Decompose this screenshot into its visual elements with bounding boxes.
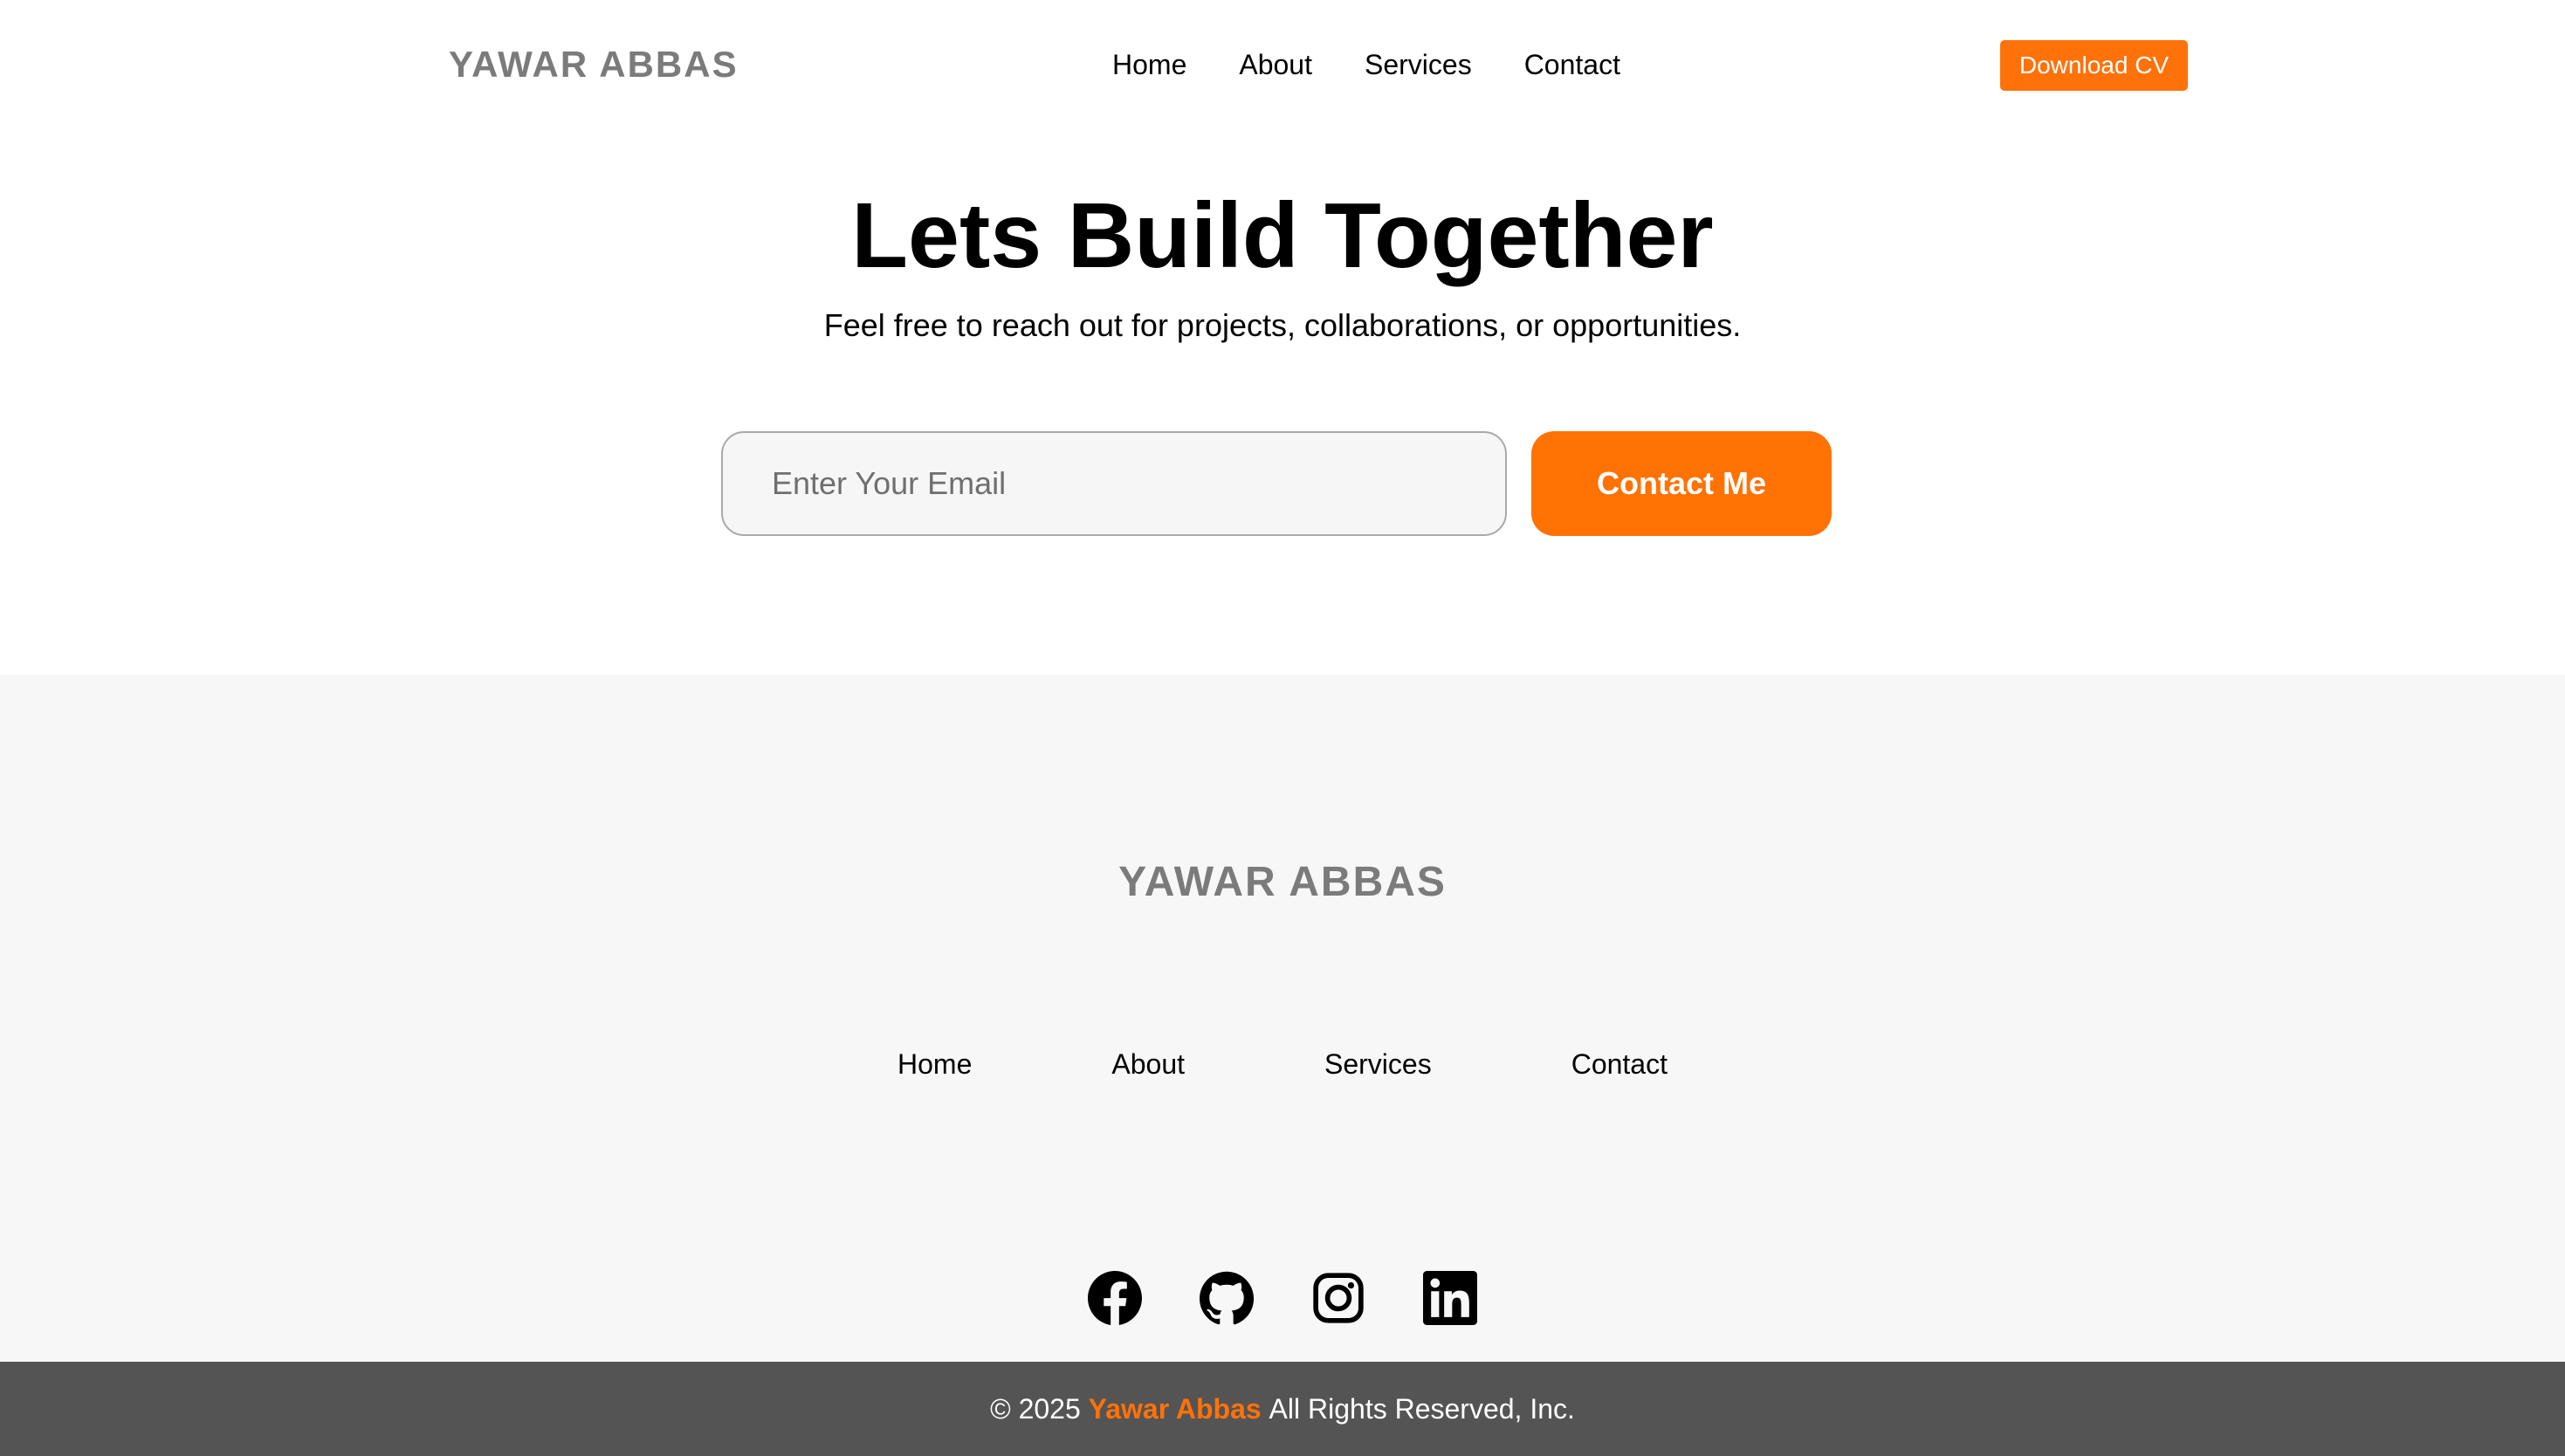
header-logo[interactable]: YAWAR ABBAS <box>449 40 739 89</box>
site-footer: YAWAR ABBAS Home About Services Contact <box>0 675 2565 1362</box>
footer-logo[interactable]: YAWAR ABBAS <box>0 855 2565 910</box>
nav-link-services[interactable]: Services <box>1365 44 1472 86</box>
footer-link-home[interactable]: Home <box>897 1043 972 1085</box>
nav-link-contact[interactable]: Contact <box>1524 44 1620 86</box>
hero-title: Lets Build Together <box>851 184 1714 287</box>
facebook-icon[interactable] <box>1088 1271 1142 1325</box>
site-header: YAWAR ABBAS Home About Services Contact … <box>0 0 2565 131</box>
footer-link-about[interactable]: About <box>1111 1043 1185 1085</box>
copyright-bar: © 2025 Yawar Abbas All Rights Reserved, … <box>0 1362 2565 1456</box>
linkedin-icon[interactable] <box>1423 1271 1477 1325</box>
nav-link-home[interactable]: Home <box>1112 44 1186 86</box>
copyright-prefix: © 2025 <box>990 1392 1081 1425</box>
instagram-icon[interactable] <box>1311 1271 1365 1325</box>
footer-nav: Home About Services Contact <box>0 1043 2565 1085</box>
footer-link-contact[interactable]: Contact <box>1571 1043 1668 1085</box>
github-icon[interactable] <box>1200 1271 1254 1325</box>
download-cv-button[interactable]: Download CV <box>2000 40 2188 91</box>
email-input[interactable] <box>721 431 1507 536</box>
footer-link-services[interactable]: Services <box>1324 1043 1432 1085</box>
copyright-brand[interactable]: Yawar Abbas <box>1089 1393 1262 1425</box>
hero-subtitle: Feel free to reach out for projects, col… <box>823 307 1742 343</box>
nav-link-about[interactable]: About <box>1239 44 1312 86</box>
social-links <box>0 1271 2565 1325</box>
copyright-suffix: All Rights Reserved, Inc. <box>1269 1392 1575 1425</box>
page: YAWAR ABBAS Home About Services Contact … <box>0 0 2565 1456</box>
contact-me-button[interactable]: Contact Me <box>1531 431 1832 536</box>
header-nav: Home About Services Contact <box>1112 44 1620 86</box>
